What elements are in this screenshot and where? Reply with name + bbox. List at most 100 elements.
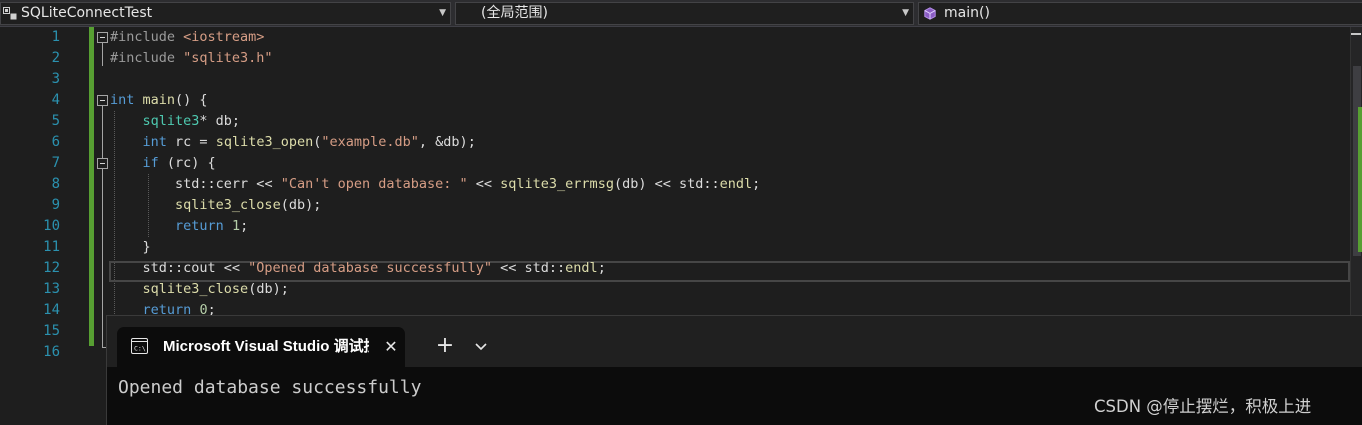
code-token: return: [175, 218, 224, 234]
code-token: << std::: [492, 260, 566, 276]
code-token: std::: [110, 176, 216, 192]
line-number: 10: [43, 218, 60, 234]
code-token: "Can't open database: ": [280, 176, 468, 192]
svg-text:C:\: C:\: [134, 345, 146, 353]
code-line[interactable]: int main() {: [110, 90, 208, 111]
line-number: 13: [43, 281, 60, 297]
code-token: sqlite3_close: [142, 281, 249, 297]
outline-line: [102, 43, 103, 66]
close-tab-icon[interactable]: ✕: [383, 327, 399, 367]
code-token: sqlite3_close: [175, 197, 281, 213]
code-token: rc =: [166, 134, 216, 150]
chevron-down-icon: ▼: [902, 8, 909, 18]
code-token: * db;: [199, 113, 241, 129]
code-token: int: [142, 134, 167, 150]
method-cube-icon: [924, 7, 936, 20]
code-line[interactable]: std::cerr << "Can't open database: " << …: [110, 174, 760, 195]
change-tracking-bar: [89, 27, 94, 346]
code-token: int: [110, 92, 135, 108]
scope-name: (全局范围): [481, 5, 548, 21]
line-number: 8: [51, 176, 60, 192]
code-token: sqlite3: [142, 113, 200, 129]
code-token: , &db);: [418, 134, 476, 150]
code-token: (rc) {: [158, 155, 216, 171]
code-line[interactable]: #include <iostream>: [110, 27, 264, 48]
project-name: SQLiteConnectTest: [21, 5, 153, 21]
terminal-tab-strip: C:\ Microsoft Visual Studio 调试控制台 ✕ +: [107, 316, 1362, 367]
code-token: endl: [719, 176, 753, 192]
line-number: 12: [43, 260, 60, 276]
code-token: ;: [597, 260, 606, 276]
line-number: 15: [43, 323, 60, 339]
collapse-include-button[interactable]: [97, 32, 108, 43]
line-number: 16: [43, 344, 60, 360]
project-dropdown[interactable]: SQLiteConnectTest ▼: [0, 2, 451, 25]
code-token: if: [142, 155, 159, 171]
terminal-output: Opened database successfully: [118, 377, 422, 398]
scope-dropdown[interactable]: (全局范围) ▼: [455, 2, 914, 25]
code-token: (db);: [280, 197, 322, 213]
line-number: 1: [51, 29, 60, 45]
code-line[interactable]: std::cout << "Opened database successful…: [110, 258, 606, 279]
code-token: "example.db": [321, 134, 419, 150]
code-token: main: [142, 92, 176, 108]
code-token: sqlite3_errmsg: [500, 176, 614, 192]
code-token: (db);: [248, 281, 289, 297]
code-token: #include: [110, 29, 184, 45]
navigation-bar: SQLiteConnectTest ▼ (全局范围) ▼ main(): [0, 0, 1362, 27]
terminal-tab[interactable]: C:\ Microsoft Visual Studio 调试控制台 ✕: [117, 327, 405, 367]
line-number: 7: [51, 155, 60, 171]
chevron-down-icon[interactable]: [469, 331, 493, 361]
line-number: 9: [51, 197, 60, 213]
code-token: <iostream>: [183, 29, 265, 45]
code-token: (db) << std::: [613, 176, 720, 192]
code-token: endl: [565, 260, 598, 276]
scroll-marker: [1351, 33, 1361, 35]
code-line[interactable]: }: [110, 237, 151, 258]
code-token: "Opened database successfully": [248, 260, 493, 276]
code-token: sqlite3_open: [215, 134, 314, 150]
member-name: main(): [944, 5, 990, 21]
code-token: ;: [752, 176, 761, 192]
code-token: "sqlite3.h": [183, 50, 273, 66]
line-number-gutter: 1 2 3 4 5 6 7 8 9 10 11 12 13 14 15 16: [0, 27, 88, 425]
code-token: #include: [110, 50, 184, 66]
code-token: () {: [175, 92, 208, 108]
code-token: cerr <<: [215, 176, 281, 192]
line-number: 14: [43, 302, 60, 318]
console-window-icon: C:\: [131, 338, 148, 354]
code-line[interactable]: sqlite3_close(db);: [110, 195, 321, 216]
collapse-if-button[interactable]: [97, 158, 108, 169]
line-number: 5: [51, 113, 60, 129]
terminal-tab-title: Microsoft Visual Studio 调试控制台: [163, 338, 369, 355]
new-tab-button[interactable]: +: [430, 331, 460, 361]
code-line[interactable]: int rc = sqlite3_open("example.db", &db)…: [110, 132, 476, 153]
code-line[interactable]: if (rc) {: [110, 153, 216, 174]
code-line[interactable]: return 1;: [110, 216, 248, 237]
code-line[interactable]: sqlite3_close(db);: [110, 279, 289, 300]
member-dropdown[interactable]: main(): [918, 2, 1362, 25]
line-number: 2: [51, 50, 60, 66]
line-number: 4: [51, 92, 60, 108]
code-token: }: [110, 239, 151, 255]
code-line[interactable]: #include "sqlite3.h": [110, 48, 273, 69]
cpp-project-icon: [3, 7, 17, 20]
collapse-main-button[interactable]: [97, 95, 108, 106]
code-token: ;: [240, 218, 249, 234]
code-token: 1: [231, 218, 241, 234]
outline-line: [102, 106, 103, 348]
code-line[interactable]: sqlite3* db;: [110, 111, 241, 132]
csdn-watermark: CSDN @停止摆烂，积极上进: [1094, 397, 1312, 416]
line-number: 3: [51, 71, 60, 87]
line-number: 11: [43, 239, 60, 255]
chevron-down-icon: ▼: [439, 8, 446, 18]
change-overview-marker: [1358, 107, 1362, 252]
